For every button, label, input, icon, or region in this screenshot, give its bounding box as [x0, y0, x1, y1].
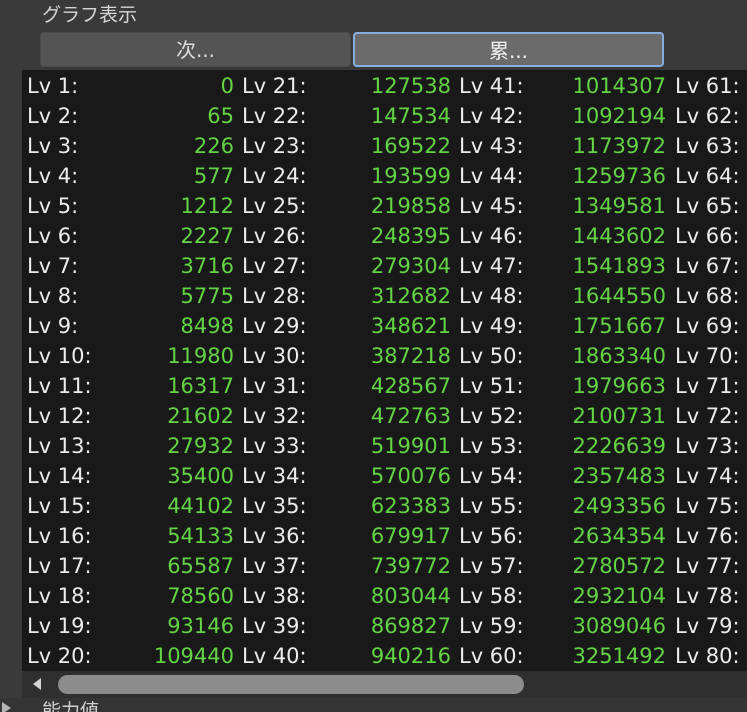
cumulative-exp-value: 312682 [370, 284, 451, 308]
cumulative-exp-value: 0 [220, 74, 234, 98]
triangle-right-icon[interactable] [2, 702, 11, 712]
cumulative-exp-value: 623383 [370, 494, 451, 518]
level-label: Lv 71: [675, 374, 740, 398]
cumulative-exp-value: 78560 [167, 584, 234, 608]
cumulative-exp-value: 869827 [370, 614, 451, 638]
cumulative-exp-value: 5775 [180, 284, 234, 308]
level-label: Lv 65: [675, 194, 740, 218]
level-label: Lv 68: [675, 284, 740, 308]
cumulative-exp-value: 44102 [167, 494, 234, 518]
cumulative-exp-value: 2227 [180, 224, 234, 248]
level-label: Lv 61: [675, 74, 740, 98]
cumulative-exp-value: 1092194 [572, 104, 666, 128]
level-label: Lv 78: [675, 584, 740, 608]
horizontal-scrollbar[interactable] [22, 671, 747, 698]
level-label: Lv 77: [675, 554, 740, 578]
level-label: Lv 75: [675, 494, 740, 518]
cumulative-exp-value: 27932 [167, 434, 234, 458]
level-label: Lv 70: [675, 344, 740, 368]
scroll-thumb[interactable] [58, 675, 524, 694]
level-label: Lv 74: [675, 464, 740, 488]
cumulative-exp-value: 65587 [167, 554, 234, 578]
level-label: Lv 64: [675, 164, 740, 188]
cumulative-exp-value: 93146 [167, 614, 234, 638]
cumulative-exp-value: 803044 [370, 584, 451, 608]
cumulative-exp-value: 2780572 [572, 554, 666, 578]
cumulative-exp-value: 1979663 [572, 374, 666, 398]
level-label: Lv 62: [675, 104, 740, 128]
cumulative-exp-value: 193599 [370, 164, 451, 188]
cumulative-exp-value: 2100731 [572, 404, 666, 428]
next-section-label: 能力値 [42, 700, 100, 712]
cumulative-exp-value: 1014307 [572, 74, 666, 98]
cumulative-exp-value: 940216 [370, 644, 451, 668]
cumulative-exp-value: 472763 [370, 404, 451, 428]
level-table: Lv 1: 0 Lv 2: 65 Lv 3: 226 Lv 4: 577 Lv 5: 1212 Lv… [22, 70, 747, 671]
level-label: Lv 63: [675, 134, 740, 158]
cumulative-exp-value: 54133 [167, 524, 234, 548]
cumulative-exp-value: 1541893 [572, 254, 666, 278]
level-label: Lv 66: [675, 224, 740, 248]
cumulative-exp-value: 3716 [180, 254, 234, 278]
cumulative-exp-value: 11980 [167, 344, 234, 368]
cumulative-exp-value: 1644550 [572, 284, 666, 308]
cumulative-exp-value: 3089046 [572, 614, 666, 638]
cumulative-exp-value: 1751667 [572, 314, 666, 338]
level-label: Lv 69: [675, 314, 740, 338]
cumulative-exp-value: 2932104 [572, 584, 666, 608]
cumulative-exp-value: 1349581 [572, 194, 666, 218]
cumulative-exp-value: 577 [193, 164, 234, 188]
cumulative-exp-value: 1173972 [572, 134, 666, 158]
cumulative-exp-value: 169522 [370, 134, 451, 158]
level-label: Lv 67: [675, 254, 740, 278]
cumulative-exp-value: 739772 [370, 554, 451, 578]
cumulative-exp-value: 1443602 [572, 224, 666, 248]
cumulative-exp-value: 109440 [153, 644, 234, 668]
level-label: Lv 80: [675, 644, 740, 668]
cumulative-exp-value: 348621 [370, 314, 451, 338]
cumulative-exp-value: 2493356 [572, 494, 666, 518]
cumulative-exp-value: 570076 [370, 464, 451, 488]
cumulative-exp-value: 2226639 [572, 434, 666, 458]
cumulative-exp-value: 2357483 [572, 464, 666, 488]
cumulative-exp-value: 21602 [167, 404, 234, 428]
cumulative-exp-value: 519901 [370, 434, 451, 458]
cumulative-exp-value: 3251492 [572, 644, 666, 668]
cumulative-exp-value: 1259736 [572, 164, 666, 188]
cumulative-exp-value: 219858 [370, 194, 451, 218]
level-label: Lv 76: [675, 524, 740, 548]
cumulative-exp-value: 35400 [167, 464, 234, 488]
cumulative-exp-value: 679917 [370, 524, 451, 548]
cumulative-exp-value: 127538 [370, 74, 451, 98]
cumulative-exp-value: 1863340 [572, 344, 666, 368]
next-section-header[interactable]: 能力値 [0, 698, 747, 712]
arrow-left-icon[interactable] [33, 678, 41, 690]
cumulative-exp-value: 387218 [370, 344, 451, 368]
level-label: Lv 73: [675, 434, 740, 458]
cumulative-exp-value: 279304 [370, 254, 451, 278]
cumulative-exp-value: 2634354 [572, 524, 666, 548]
level-label: Lv 79: [675, 614, 740, 638]
cumulative-exp-value: 248395 [370, 224, 451, 248]
cumulative-exp-value: 8498 [180, 314, 234, 338]
tab-increment[interactable]: 次... [40, 32, 351, 67]
cumulative-exp-value: 16317 [167, 374, 234, 398]
section-title: グラフ表示 [42, 4, 138, 26]
tab-cumulative[interactable]: 累... [353, 32, 664, 67]
level-label: Lv 72: [675, 404, 740, 428]
cumulative-exp-value: 226 [193, 134, 234, 158]
cumulative-exp-value: 428567 [370, 374, 451, 398]
cumulative-exp-value: 1212 [180, 194, 234, 218]
cumulative-exp-value: 147534 [370, 104, 451, 128]
cumulative-exp-value: 65 [207, 104, 234, 128]
